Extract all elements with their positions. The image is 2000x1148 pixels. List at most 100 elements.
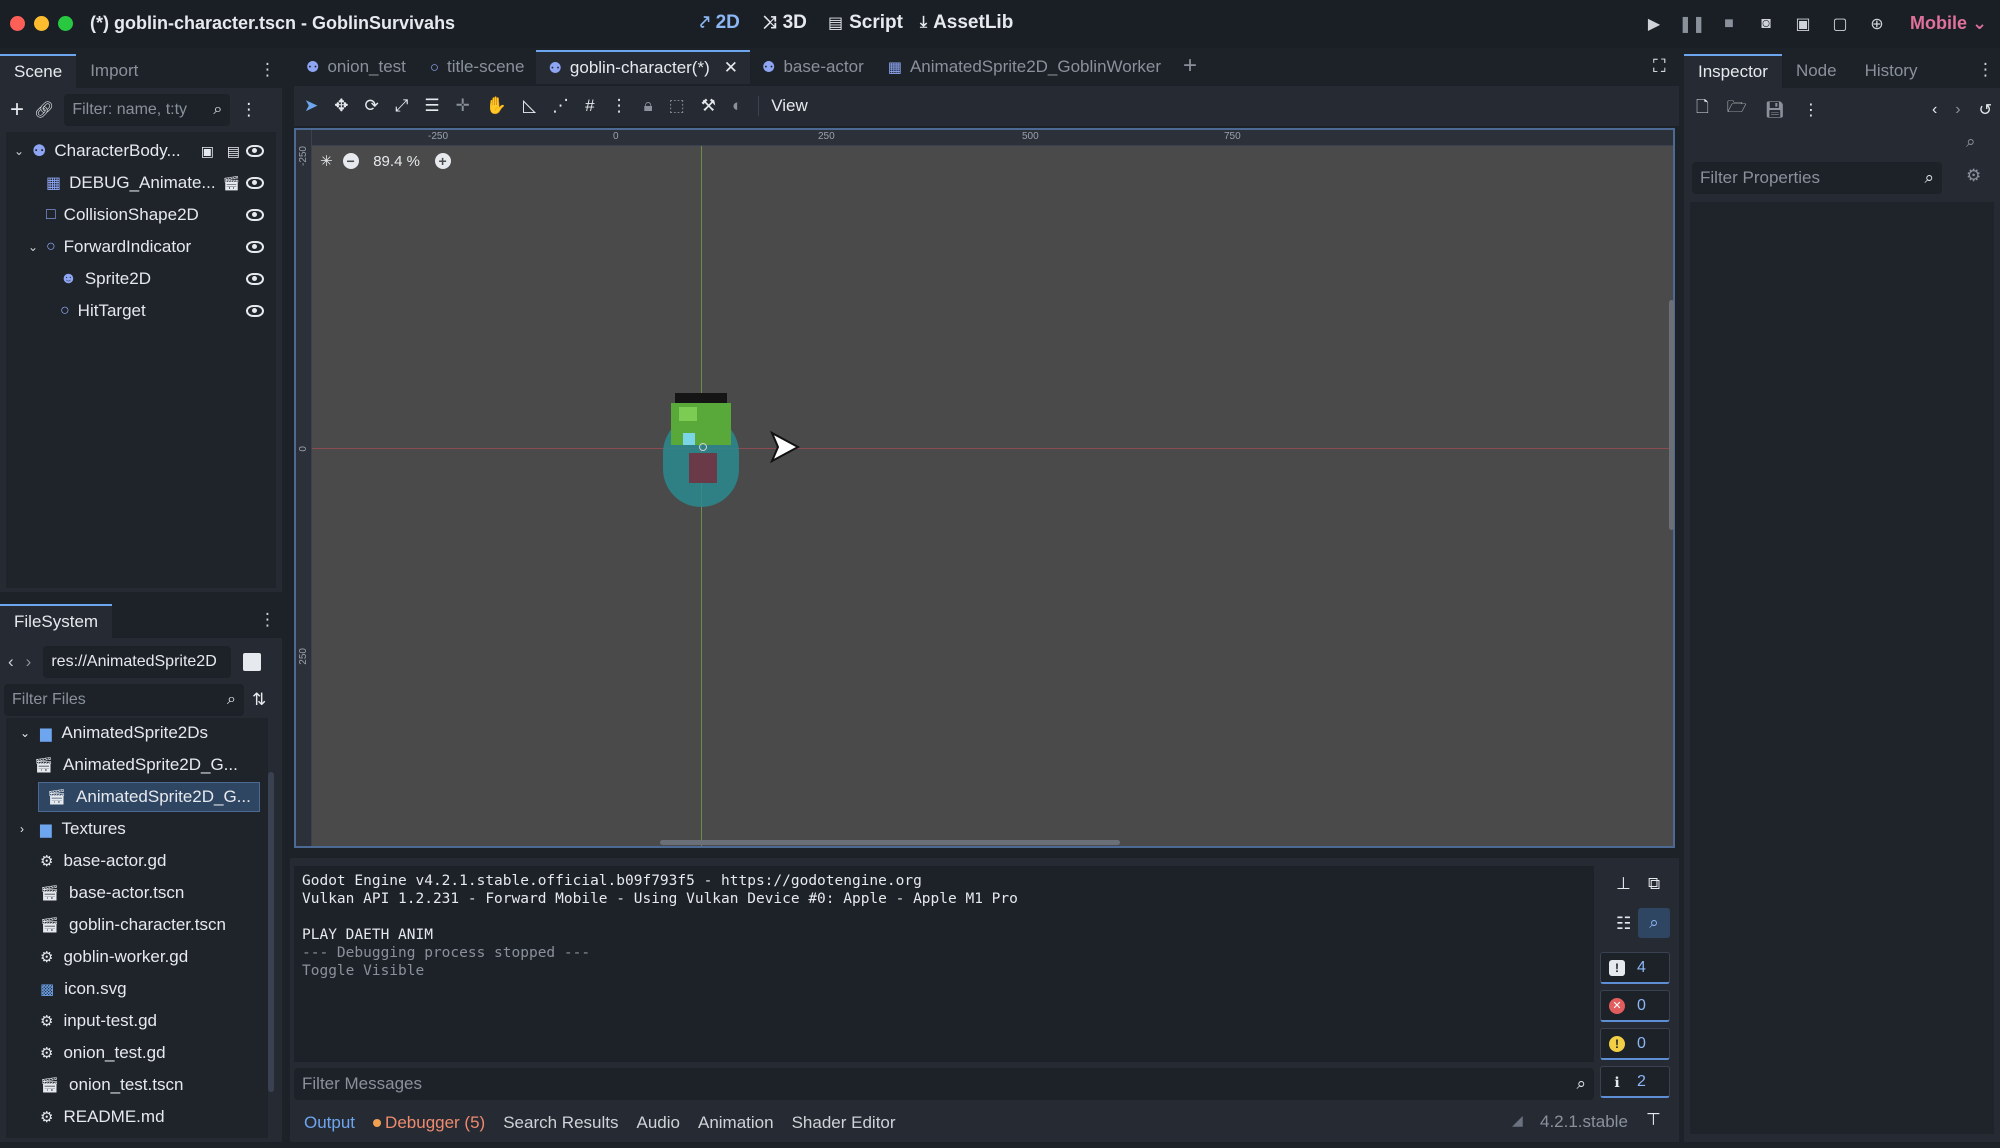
sort-icon[interactable]: ⇅	[252, 690, 266, 710]
list-select-icon[interactable]: ☰	[424, 96, 439, 116]
save-resource-icon[interactable]: 💾︎	[1765, 100, 1785, 120]
file-item[interactable]: ⚙ input-test.gd	[6, 1006, 264, 1036]
file-item[interactable]: › ▆ Textures	[6, 814, 264, 844]
toggle-split-icon[interactable]	[243, 653, 262, 671]
instance-icon[interactable]: ▣	[201, 143, 214, 160]
file-item[interactable]: ⚙ goblin-worker.gd	[6, 942, 264, 972]
canvas-viewport[interactable]: -250 0 250 500 750 -250 0 250 ✳ − 89.4 % +	[294, 128, 1675, 848]
mode-3d-button[interactable]: ⤨ 3D	[763, 12, 807, 34]
zoom-out-icon[interactable]: −	[342, 153, 359, 169]
scene-tree-node[interactable]: ☻ Sprite2D	[6, 264, 276, 294]
search-icon[interactable]: ⌕	[1638, 908, 1670, 938]
scene-tab[interactable]: ▦ AnimatedSprite2D_GoblinWorker	[876, 50, 1173, 84]
visibility-eye-icon[interactable]	[246, 273, 264, 285]
chevron-down-icon[interactable]: ⌄	[14, 144, 26, 158]
close-tab-icon[interactable]: ✕	[724, 58, 738, 78]
goblin-sprite[interactable]	[661, 393, 741, 507]
visibility-eye-icon[interactable]	[246, 177, 264, 189]
mode-script-button[interactable]: ▤ Script	[828, 12, 903, 34]
path-field[interactable]: res://AnimatedSprite2D	[43, 646, 232, 678]
output-log[interactable]: Godot Engine v4.2.1.stable.official.b09f…	[294, 866, 1594, 1062]
snap-options-icon[interactable]: ⋮	[611, 96, 628, 116]
scene-tree-node[interactable]: ○ HitTarget	[6, 296, 276, 326]
bottom-tab[interactable]: Audio	[637, 1113, 680, 1133]
play-custom-scene-icon[interactable]: ▢	[1827, 12, 1853, 36]
messages-filter-toggle[interactable]: ! 4	[1600, 952, 1670, 984]
mode-2d-button[interactable]: ⤤ 2D	[700, 12, 740, 34]
new-resource-icon[interactable]: 🗋︎	[1696, 96, 1709, 123]
doc-search-icon[interactable]: ⌕	[1966, 132, 1976, 152]
object-history-icon[interactable]: ↺	[1979, 100, 1992, 120]
version-label[interactable]: 4.2.1.stable	[1540, 1112, 1628, 1132]
chevron-right-icon[interactable]: ›	[20, 822, 32, 836]
forward-icon[interactable]: ›	[26, 652, 32, 672]
dock-menu-icon[interactable]: ⋮	[1977, 60, 1994, 80]
file-item[interactable]: 🎬︎ base-actor.tscn	[6, 878, 264, 908]
visibility-eye-icon[interactable]	[246, 209, 264, 221]
warnings-filter-toggle[interactable]: ! 0	[1600, 1028, 1670, 1060]
dock-menu-icon[interactable]: ⋮	[259, 610, 276, 630]
group-icon[interactable]: ⬚	[669, 96, 685, 116]
view-menu[interactable]: View	[758, 96, 808, 116]
chevron-down-icon[interactable]: ⌄	[28, 240, 40, 254]
file-tree-scrollbar[interactable]	[268, 772, 274, 1092]
history-back-icon[interactable]: ‹	[1932, 101, 1937, 119]
pin-panel-icon[interactable]: ⊤	[1646, 1110, 1661, 1130]
move-tool-icon[interactable]: ✥	[334, 96, 348, 116]
scene-tab[interactable]: ⚉ onion_test	[294, 50, 418, 84]
file-item[interactable]: 🎬︎ goblin-character.tscn	[6, 910, 264, 940]
clapper-icon[interactable]: 🎬︎	[222, 175, 240, 192]
chevron-down-icon[interactable]: ⌄	[20, 726, 32, 740]
scene-tab[interactable]: ⚉ base-actor	[750, 50, 876, 84]
back-icon[interactable]: ‹	[8, 652, 14, 672]
scene-filter-input[interactable]: Filter: name, t:ty ⌕	[64, 94, 231, 126]
select-tool-icon[interactable]: ➤	[304, 96, 318, 116]
bottom-tab[interactable]: Animation	[698, 1113, 774, 1133]
zoom-level[interactable]: 89.4 %	[369, 153, 425, 170]
scene-tab[interactable]: ○ title-scene	[418, 50, 537, 84]
scale-tool-icon[interactable]: ⤢	[395, 96, 409, 116]
pan-tool-icon[interactable]: ✋	[486, 96, 507, 116]
file-filter-input[interactable]: Filter Files ⌕	[4, 684, 244, 716]
center-view-icon[interactable]: ✳	[320, 152, 333, 170]
dock-menu-icon[interactable]: ⋮	[259, 60, 276, 80]
file-item[interactable]: ⚙ README.md	[6, 1102, 264, 1132]
file-item[interactable]: 🎬︎ onion_test.tscn	[6, 1070, 264, 1100]
filter-messages-input[interactable]: Filter Messages ⌕	[294, 1068, 1594, 1100]
file-item[interactable]: ▩ icon.svg	[6, 974, 264, 1004]
bottom-tab[interactable]: Output	[304, 1113, 355, 1133]
scene-tree-node[interactable]: ⌄ ○ ForwardIndicator	[6, 232, 276, 262]
renderer-select[interactable]: Mobile ⌄	[1910, 13, 1987, 34]
add-node-icon[interactable]: +	[10, 96, 24, 124]
link-icon[interactable]: 🔗︎	[34, 100, 54, 120]
pivot-tool-icon[interactable]: ✛	[456, 96, 470, 116]
tab-import[interactable]: Import	[76, 54, 152, 88]
scene-tree-node[interactable]: □ CollisionShape2D	[6, 200, 276, 230]
maximize-window-button[interactable]	[58, 16, 73, 31]
bottom-tab[interactable]: Debugger (5)	[373, 1113, 485, 1133]
play-scene-icon[interactable]: ▣	[1790, 12, 1816, 36]
lock-icon[interactable]: 🔒︎	[644, 96, 653, 116]
visibility-eye-icon[interactable]	[246, 305, 264, 317]
forward-indicator-arrow[interactable]	[766, 430, 801, 464]
script-icon[interactable]: ▤	[227, 143, 240, 160]
scene-tree-node[interactable]: ▦ DEBUG_Animate... 🎬︎	[6, 168, 276, 198]
collapse-icon[interactable]: ☷	[1616, 914, 1631, 934]
tab-scene[interactable]: Scene	[0, 54, 77, 88]
file-item[interactable]: 🎬︎ AnimatedSprite2D_G...	[38, 782, 260, 812]
resource-menu-icon[interactable]: ⋮	[1803, 100, 1819, 120]
minimize-window-button[interactable]	[34, 16, 49, 31]
copy-output-icon[interactable]: ⧉	[1648, 874, 1660, 894]
visibility-eye-icon[interactable]	[246, 241, 264, 253]
viewport-hscrollbar[interactable]	[660, 840, 1120, 845]
scene-tree-node[interactable]: ⌄ ⚉ CharacterBody... ▣ ▤	[6, 136, 276, 166]
filter-properties-input[interactable]: Filter Properties ⌕	[1692, 162, 1942, 194]
camera-override-icon[interactable]: ◐	[732, 96, 742, 116]
errors-filter-toggle[interactable]: ✕ 0	[1600, 990, 1670, 1022]
scene-tab[interactable]: ⚉ goblin-character(*) ✕	[536, 50, 750, 84]
play-icon[interactable]: ▶	[1641, 12, 1667, 36]
history-forward-icon[interactable]: ›	[1955, 101, 1960, 119]
file-item[interactable]: 🎬︎ AnimatedSprite2D_G...	[6, 750, 264, 780]
scene-menu-icon[interactable]: ⋮	[240, 100, 257, 120]
tab-node[interactable]: Node	[1782, 54, 1851, 88]
